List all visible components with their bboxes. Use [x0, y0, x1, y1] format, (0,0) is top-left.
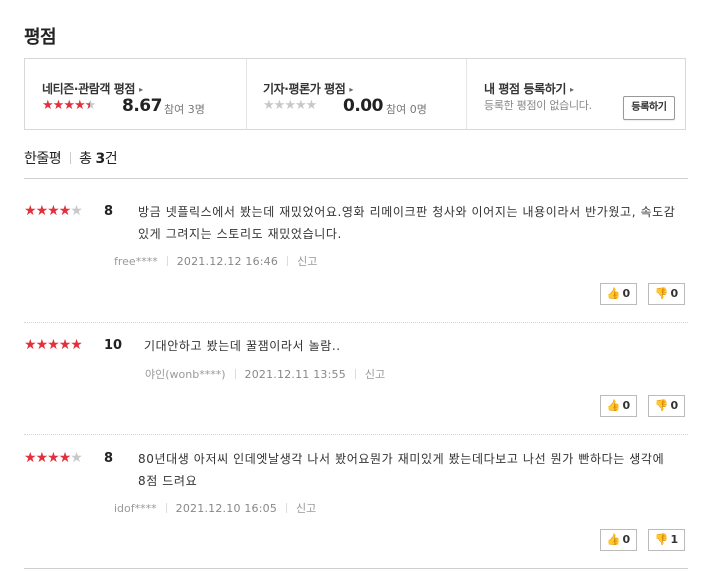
like-count: 0	[622, 399, 631, 412]
thumb-down-icon: 👎	[654, 533, 669, 546]
like-button[interactable]: 👍 0	[600, 395, 637, 417]
rating-summary-box: 네티즌·관람객 평점 ▸ ★★★★★ 8.67 참여 3명 기자·평론가 평점 ▸ …	[24, 58, 686, 130]
review-author[interactable]: idof****	[114, 502, 157, 515]
dislike-count: 0	[670, 287, 679, 300]
star-icon: ★	[284, 98, 296, 113]
review-star-rating: ★★★★★	[24, 203, 83, 219]
review-star-rating: ★★★★★	[24, 337, 83, 353]
divider	[286, 503, 288, 513]
thumb-up-icon: 👍	[606, 287, 621, 300]
review-date: 2021.12.10 16:05	[175, 502, 278, 515]
star-icon: ★	[47, 337, 60, 353]
star-icon: ★	[24, 203, 37, 219]
thumb-up-icon: 👍	[606, 399, 621, 412]
review-score: 8	[104, 204, 114, 219]
dislike-count: 0	[670, 399, 679, 412]
chevron-right-icon: ▸	[570, 85, 574, 94]
star-icon: ★	[35, 203, 49, 219]
divider	[166, 256, 168, 266]
star-icon: ★	[84, 98, 97, 113]
star-icon: ★	[263, 98, 275, 113]
star-icon: ★	[47, 203, 60, 219]
review-meta: free**** 2021.12.12 16:46 신고	[114, 253, 317, 269]
report-link[interactable]: 신고	[296, 502, 316, 515]
like-button[interactable]: 👍 0	[600, 283, 637, 305]
review-text: 80년대생 아저씨 인데엣날생각 나서 봤어요뭔가 재미있게 봤는데다보고 나선…	[138, 452, 665, 488]
like-button[interactable]: 👍 0	[600, 529, 637, 551]
star-icon: ★	[73, 98, 86, 113]
star-icon: ★	[294, 98, 307, 113]
divider	[24, 322, 688, 323]
star-icon: ★	[305, 98, 318, 113]
divider	[24, 434, 688, 435]
star-icon: ★	[58, 450, 72, 466]
dislike-count: 1	[670, 533, 679, 546]
audience-star-rating: ★★★★★	[42, 98, 97, 113]
like-count: 0	[622, 533, 631, 546]
report-link[interactable]: 신고	[365, 368, 385, 381]
review-text: 기대안하고 봤는데 꿀잼이라서 놀람..	[144, 339, 341, 353]
review-count: 3	[95, 151, 105, 167]
section-title: 평점	[24, 27, 57, 48]
chevron-right-icon: ▸	[139, 85, 143, 94]
star-icon: ★	[24, 337, 37, 353]
like-count: 0	[622, 287, 631, 300]
dislike-button[interactable]: 👎 0	[648, 283, 685, 305]
review-count-suffix: 건	[104, 151, 118, 167]
divider	[70, 152, 72, 164]
review-meta: idof**** 2021.12.10 16:05 신고	[114, 500, 316, 516]
star-icon: ★	[52, 98, 65, 113]
thumb-down-icon: 👎	[654, 399, 669, 412]
register-rating-button[interactable]: 등록하기	[623, 96, 675, 120]
review-score: 10	[104, 338, 123, 353]
review-meta: 야인(wonb****) 2021.12.11 13:55 신고	[145, 366, 385, 382]
star-icon: ★	[35, 337, 49, 353]
star-icon: ★	[70, 337, 83, 353]
thumb-down-icon: 👎	[654, 287, 669, 300]
review-list-label: 한줄평	[24, 151, 62, 167]
star-icon: ★	[58, 337, 72, 353]
review-list-header: 한줄평 총 3건	[24, 148, 118, 168]
report-link[interactable]: 신고	[297, 255, 317, 268]
critic-score: 0.00	[343, 96, 383, 116]
star-icon: ★	[70, 450, 83, 466]
critic-rating-title[interactable]: 기자·평론가 평점 ▸	[263, 80, 353, 97]
divider	[24, 178, 688, 179]
critic-participants: 참여 0명	[386, 103, 427, 116]
star-icon: ★	[58, 203, 72, 219]
audience-participants: 참여 3명	[164, 103, 205, 116]
my-rating-title[interactable]: 내 평점 등록하기 ▸	[484, 80, 574, 97]
star-icon: ★	[42, 98, 54, 113]
audience-rating-panel: 네티즌·관람객 평점 ▸ ★★★★★ 8.67 참여 3명	[25, 59, 247, 129]
divider	[24, 568, 688, 569]
divider	[234, 369, 236, 379]
review-star-rating: ★★★★★	[24, 450, 83, 466]
dislike-button[interactable]: 👎 1	[648, 529, 685, 551]
audience-score: 8.67	[122, 96, 162, 116]
my-rating-empty-note: 등록한 평점이 없습니다.	[484, 99, 592, 112]
critic-rating-panel: 기자·평론가 평점 ▸ ★★★★★ 0.00 참여 0명	[246, 59, 467, 129]
my-rating-panel: 내 평점 등록하기 ▸ 등록한 평점이 없습니다. 등록하기	[467, 59, 686, 129]
star-icon: ★	[63, 98, 75, 113]
review-author[interactable]: 야인(wonb****)	[145, 368, 226, 381]
review-text: 방금 넷플릭스에서 봤는데 재밌었어요.영화 리메이크판 청사와 이어지는 내용…	[138, 205, 676, 241]
star-icon: ★	[47, 450, 60, 466]
review-date: 2021.12.11 13:55	[244, 368, 346, 381]
audience-rating-title[interactable]: 네티즌·관람객 평점 ▸	[42, 80, 143, 97]
review-score: 8	[104, 451, 114, 466]
review-total-prefix: 총	[79, 151, 96, 167]
dislike-button[interactable]: 👎 0	[648, 395, 685, 417]
star-icon: ★	[70, 203, 83, 219]
divider	[165, 503, 167, 513]
star-icon: ★	[24, 450, 37, 466]
critic-star-rating: ★★★★★	[263, 98, 318, 113]
divider	[287, 256, 289, 266]
chevron-right-icon: ▸	[349, 85, 354, 94]
divider	[354, 369, 356, 379]
star-icon: ★	[35, 450, 49, 466]
star-icon: ★	[273, 98, 286, 113]
thumb-up-icon: 👍	[606, 533, 621, 546]
review-author[interactable]: free****	[114, 255, 158, 268]
review-date: 2021.12.12 16:46	[176, 255, 279, 268]
